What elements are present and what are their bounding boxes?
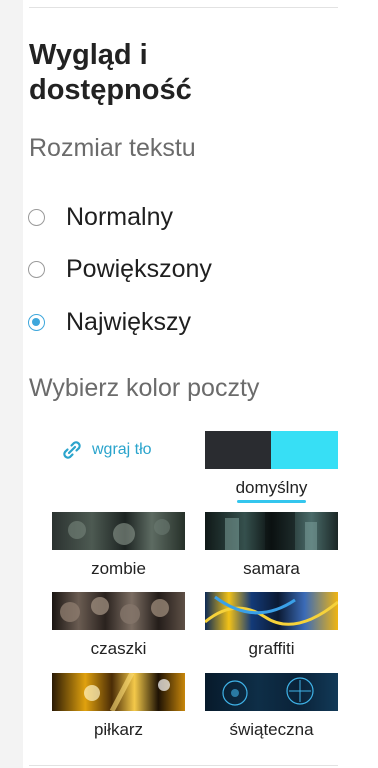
text-size-label: Rozmiar tekstu [29, 134, 196, 162]
link-icon [63, 441, 81, 459]
theme-thumbnail [52, 673, 185, 711]
theme-zombie[interactable]: zombie [52, 512, 185, 579]
top-divider [29, 7, 338, 8]
upload-background-link[interactable]: wgraj tło [58, 436, 152, 464]
radio-normal[interactable]: Normalny [28, 200, 173, 234]
theme-thumbnail [52, 512, 185, 550]
theme-name: piłkarz [93, 720, 144, 739]
theme-graffiti[interactable]: graffiti [205, 592, 338, 659]
section-title: Wygląd i dostępność [29, 39, 192, 106]
radio-button-icon[interactable] [28, 260, 45, 278]
upload-label: wgraj tło [92, 441, 152, 458]
theme-default[interactable]: domyślny [205, 431, 338, 503]
theme-name: samara [243, 559, 300, 578]
radio-button-icon[interactable] [28, 208, 45, 226]
radio-label: Powiększony [66, 254, 212, 283]
theme-thumbnail [205, 592, 338, 630]
theme-czaszki[interactable]: czaszki [52, 592, 185, 659]
theme-name: graffiti [248, 639, 295, 658]
theme-thumbnail [205, 673, 338, 711]
theme-thumbnail [205, 512, 338, 550]
theme-samara[interactable]: samara [205, 512, 338, 579]
mail-color-label: Wybierz kolor poczty [29, 374, 260, 402]
theme-name: domyślny [205, 478, 338, 503]
radio-button-checked-icon[interactable] [28, 313, 45, 331]
theme-thumbnail [205, 431, 338, 469]
radio-largest[interactable]: Największy [28, 305, 191, 339]
theme-pilkarz[interactable]: piłkarz [52, 673, 185, 740]
theme-name: świąteczna [229, 720, 314, 739]
bottom-divider [29, 765, 338, 766]
radio-label: Normalny [66, 202, 173, 231]
radio-label: Największy [66, 307, 192, 336]
theme-swiateczna[interactable]: świąteczna [205, 673, 338, 740]
theme-name: zombie [91, 559, 146, 578]
radio-enlarged[interactable]: Powiększony [28, 252, 212, 286]
theme-name: czaszki [90, 639, 147, 658]
theme-thumbnail [52, 592, 185, 630]
